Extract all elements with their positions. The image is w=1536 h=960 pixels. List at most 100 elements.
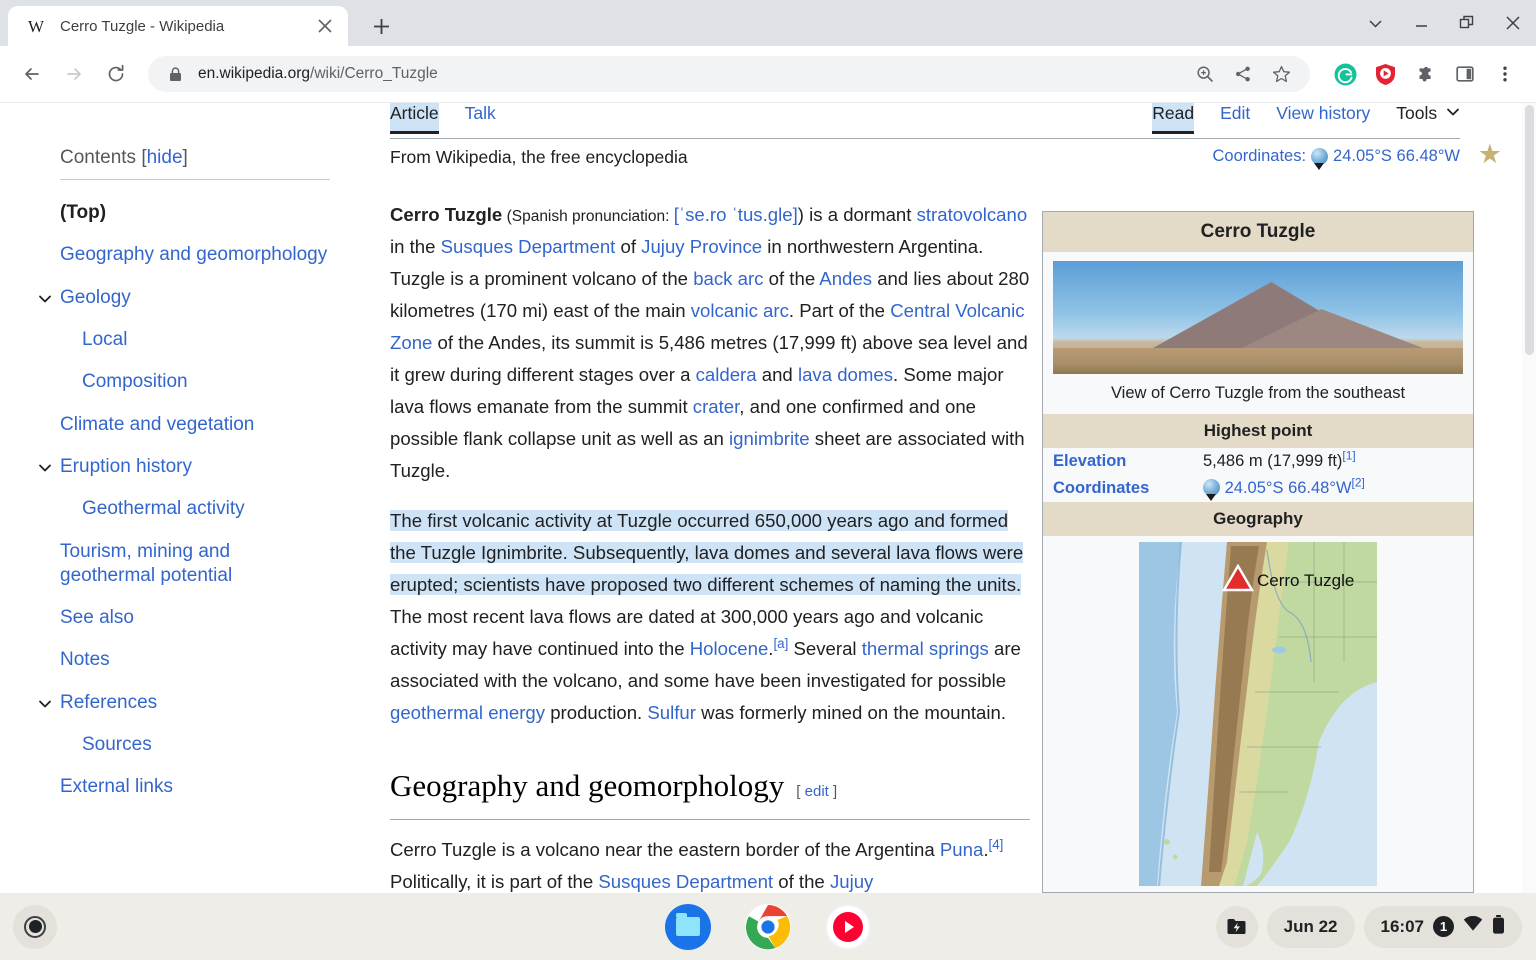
coordinates-header[interactable]: Coordinates: 24.05°S 66.48°W (1212, 147, 1460, 170)
section-edit-link: [ edit ] (796, 782, 838, 800)
files-app-icon[interactable] (665, 903, 711, 950)
infobox-value-coordinates: 24.05°S 66.48°W[2] (1203, 476, 1473, 501)
toc-link-sources[interactable]: Sources (60, 724, 330, 766)
toc-link-notes[interactable]: Notes (60, 639, 330, 681)
pronunciation-link[interactable]: [ˈse.ro ˈtus.ɡle] (674, 204, 798, 225)
youtube-music-app-icon[interactable] (825, 903, 871, 950)
new-tab-button[interactable] (364, 9, 398, 43)
page-scrollbar[interactable] (1522, 103, 1536, 893)
chrome-app-icon[interactable] (745, 903, 791, 950)
link-ignimbrite[interactable]: ignimbrite (729, 428, 810, 449)
toc-item: External links (60, 766, 330, 808)
puzzle-piece-icon[interactable] (1406, 55, 1444, 93)
infobox-section-geography: Geography (1043, 502, 1473, 536)
ref-2[interactable]: [2] (1352, 476, 1365, 490)
edit-link[interactable]: edit (805, 783, 829, 800)
link-back-arc[interactable]: back arc (693, 268, 763, 289)
tab-view-history[interactable]: View history (1276, 103, 1370, 133)
toc-link-local[interactable]: Local (60, 319, 330, 361)
lock-icon (166, 65, 184, 83)
three-dot-menu-icon[interactable] (1486, 55, 1524, 93)
forward-arrow-icon[interactable] (54, 54, 94, 94)
tab-talk[interactable]: Talk (465, 103, 496, 133)
tab-edit[interactable]: Edit (1220, 103, 1250, 133)
link-holocene[interactable]: Holocene (690, 638, 769, 659)
toc-link-geothermal-activity[interactable]: Geothermal activity (60, 488, 330, 530)
article-title-bold: Cerro Tuzgle (390, 204, 503, 225)
toc-link-tourism-mining-and-geothermal-potential[interactable]: Tourism, mining and geothermal potential (60, 531, 330, 598)
zoom-in-icon[interactable] (1188, 57, 1222, 91)
tab-article[interactable]: Article (390, 103, 439, 134)
link-crater[interactable]: crater (693, 396, 740, 417)
minimize-icon[interactable] (1398, 0, 1444, 46)
date-pill[interactable]: Jun 22 (1266, 905, 1355, 948)
link-thermal-springs[interactable]: thermal springs (862, 638, 989, 659)
toc-link-references[interactable]: References (60, 682, 330, 724)
adblock-extension-icon[interactable] (1366, 55, 1404, 93)
screen-capture-icon[interactable] (1215, 905, 1258, 948)
infobox-title: Cerro Tuzgle (1043, 212, 1473, 253)
link-geothermal-energy[interactable]: geothermal energy (390, 702, 545, 723)
toc-link-climate-and-vegetation[interactable]: Climate and vegetation (60, 404, 330, 446)
infobox-section-highest-point: Highest point (1043, 414, 1473, 448)
link-andes[interactable]: Andes (819, 268, 872, 289)
p1-i: and (756, 363, 798, 385)
tab-read[interactable]: Read (1152, 103, 1195, 134)
link-stratovolcano[interactable]: stratovolcano (917, 204, 1028, 225)
scrollbar-thumb[interactable] (1525, 105, 1534, 355)
photo-of-cerro-tuzgle[interactable] (1053, 261, 1463, 374)
toc-link-external-links[interactable]: External links (60, 766, 330, 808)
link-lava-domes[interactable]: lava domes (798, 364, 893, 385)
link-susques-department[interactable]: Susques Department (441, 236, 616, 257)
chevron-down-icon[interactable] (38, 461, 52, 475)
reload-icon[interactable] (96, 54, 136, 94)
link-jujuy[interactable]: Jujuy (830, 871, 873, 892)
link-susques-department-2[interactable]: Susques Department (598, 871, 773, 892)
share-icon[interactable] (1226, 57, 1260, 91)
toc-link-top[interactable]: (Top) (60, 192, 330, 234)
browser-tab[interactable]: W Cerro Tuzgle - Wikipedia (8, 6, 348, 46)
toc-link-geology[interactable]: Geology (60, 277, 330, 319)
p1-e: of the (763, 267, 820, 289)
infobox-key-coordinates[interactable]: Coordinates (1043, 479, 1203, 498)
restore-icon[interactable] (1444, 0, 1490, 46)
link-caldera[interactable]: caldera (696, 364, 757, 385)
link-puna[interactable]: Puna (940, 839, 983, 860)
coordinates-value[interactable]: 24.05°S 66.48°W (1333, 147, 1460, 166)
wifi-icon[interactable] (1463, 915, 1483, 937)
toc-hide-link[interactable]: hide (147, 147, 183, 168)
tab-tools[interactable]: Tools (1396, 103, 1460, 133)
infobox-map-wrap: Cerro Tuzgle (1043, 536, 1473, 892)
chevron-down-icon[interactable] (38, 292, 52, 306)
notification-badge[interactable]: 1 (1433, 916, 1454, 937)
side-panel-icon[interactable] (1446, 55, 1484, 93)
article-body: Cerro Tuzgle (Spanish pronunciation: [ˈs… (390, 199, 1030, 893)
infobox-caption: View of Cerro Tuzgle from the southeast (1110, 384, 1406, 402)
toc-link-geography-and-geomorphology[interactable]: Geography and geomorphology (60, 234, 330, 276)
toc-link-eruption-history[interactable]: Eruption history (60, 446, 330, 488)
toc-link-see-also[interactable]: See also (60, 597, 330, 639)
toc-link-composition[interactable]: Composition (60, 361, 330, 403)
chevron-down-icon[interactable] (1352, 0, 1398, 46)
infobox-key-elevation[interactable]: Elevation (1043, 452, 1203, 471)
address-bar[interactable]: en.wikipedia.org/wiki/Cerro_Tuzgle (148, 56, 1310, 92)
toc-item: Notes (60, 639, 330, 681)
infobox-coordinates-link[interactable]: 24.05°S 66.48°W (1225, 479, 1352, 497)
close-icon[interactable] (312, 13, 338, 39)
chevron-down-icon[interactable] (38, 697, 52, 711)
link-sulfur[interactable]: Sulfur (647, 702, 696, 723)
relief-map-of-argentina[interactable]: Cerro Tuzgle (1139, 542, 1377, 886)
ref-1[interactable]: [1] (1342, 449, 1355, 463)
close-icon[interactable] (1490, 0, 1536, 46)
back-arrow-icon[interactable] (12, 54, 52, 94)
battery-icon[interactable] (1492, 914, 1505, 939)
note-a[interactable]: [a] (773, 635, 788, 650)
grammarly-extension-icon[interactable] (1326, 55, 1364, 93)
link-jujuy-province[interactable]: Jujuy Province (641, 236, 762, 257)
link-volcanic-arc[interactable]: volcanic arc (691, 300, 789, 321)
launcher-icon[interactable] (13, 904, 57, 949)
ref-4[interactable]: [4] (989, 837, 1004, 852)
url-domain: en.wikipedia.org (198, 65, 311, 82)
status-pill[interactable]: 16:07 1 (1363, 905, 1522, 948)
star-outline-icon[interactable] (1264, 57, 1298, 91)
